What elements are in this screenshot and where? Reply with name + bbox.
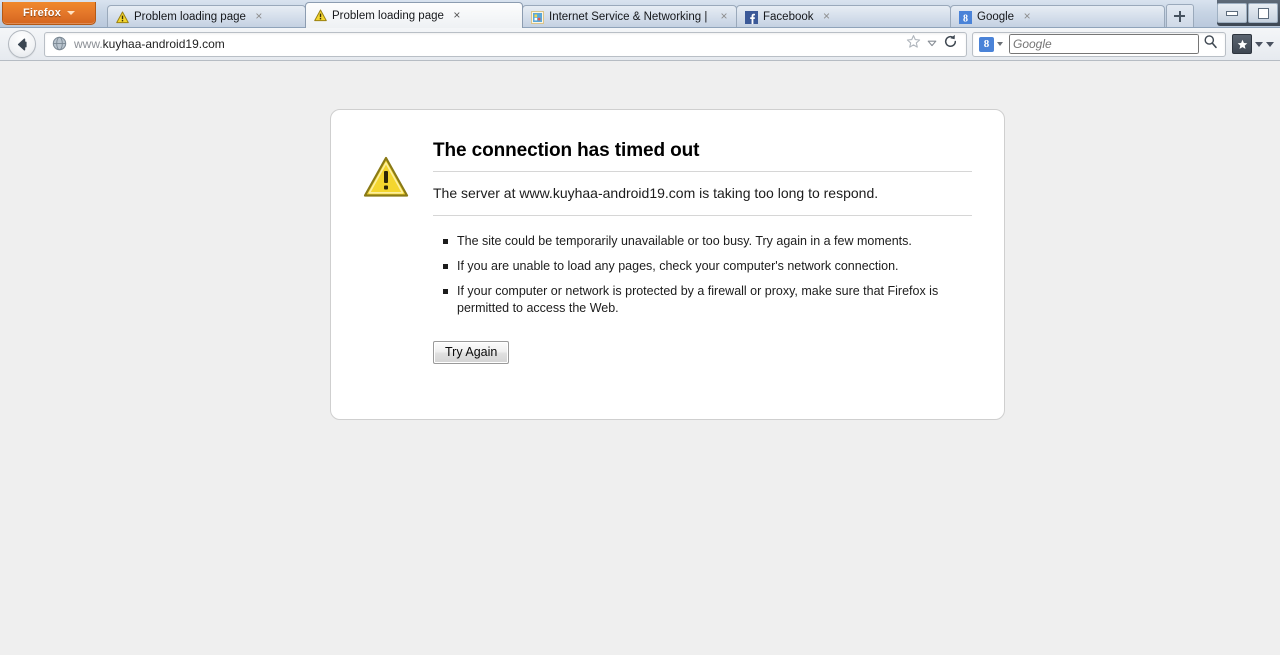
tab-list: Problem loading page × Problem loading p… bbox=[107, 0, 1194, 28]
error-body: The connection has timed out The server … bbox=[433, 140, 972, 419]
browser-window: Firefox Problem loading page × Problem l… bbox=[0, 0, 1280, 655]
list-item: The site could be temporarily unavailabl… bbox=[443, 233, 957, 250]
restore-button[interactable] bbox=[1248, 3, 1278, 23]
tab-title: Problem loading page bbox=[332, 9, 444, 22]
url-domain: kuyhaa-android19.com bbox=[102, 37, 225, 51]
window-controls bbox=[1217, 0, 1280, 26]
error-icon-container bbox=[363, 140, 433, 419]
star-icon bbox=[1237, 39, 1247, 49]
tab-internet-service-networking[interactable]: Internet Service & Networking | ... × bbox=[522, 5, 737, 28]
back-arrow-icon bbox=[17, 38, 27, 50]
tab-close-button[interactable]: × bbox=[1021, 10, 1033, 23]
bookmarks-button[interactable] bbox=[1232, 34, 1252, 54]
try-again-button[interactable]: Try Again bbox=[433, 341, 510, 364]
tab-strip: Firefox Problem loading page × Problem l… bbox=[0, 0, 1280, 28]
toolbar-right-buttons bbox=[1226, 34, 1276, 54]
tab-facebook[interactable]: Facebook × bbox=[736, 5, 951, 28]
tab-google[interactable]: 8 Google × bbox=[950, 5, 1165, 28]
tab-close-button[interactable]: × bbox=[451, 9, 463, 22]
star-icon[interactable] bbox=[906, 34, 921, 54]
search-input[interactable] bbox=[1009, 34, 1199, 54]
error-panel: The connection has timed out The server … bbox=[330, 109, 1005, 420]
chevron-down-icon bbox=[67, 11, 76, 15]
divider-top bbox=[433, 171, 972, 172]
tab-close-button[interactable]: × bbox=[718, 10, 730, 23]
tab-problem-loading-page-1[interactable]: Problem loading page × bbox=[107, 5, 306, 28]
magnifier-icon[interactable] bbox=[1203, 34, 1218, 54]
list-item: If your computer or network is protected… bbox=[443, 283, 957, 317]
tab-title: Google bbox=[977, 11, 1015, 23]
tab-title: Problem loading page bbox=[134, 11, 246, 23]
chevron-down-icon[interactable] bbox=[997, 42, 1003, 46]
warning-triangle-icon bbox=[313, 9, 327, 23]
facebook-icon bbox=[744, 10, 758, 24]
search-bar[interactable]: 8 bbox=[972, 31, 1226, 57]
error-description: The server at www.kuyhaa-android19.com i… bbox=[433, 185, 879, 201]
warning-triangle-icon bbox=[363, 156, 409, 202]
chevron-down-icon[interactable] bbox=[1255, 41, 1263, 47]
firefox-menu-button[interactable]: Firefox bbox=[2, 2, 96, 25]
new-tab-button[interactable] bbox=[1166, 4, 1194, 27]
google-engine-icon[interactable]: 8 bbox=[979, 36, 994, 52]
site-icon bbox=[530, 10, 544, 24]
restore-icon bbox=[1257, 7, 1269, 19]
url-prefix: www. bbox=[74, 37, 103, 51]
navigation-toolbar: www.kuyhaa-android19.com 8 bbox=[0, 28, 1280, 61]
minimize-icon bbox=[1226, 10, 1238, 16]
error-suggestion-list: The site could be temporarily unavailabl… bbox=[433, 233, 972, 317]
warning-triangle-icon bbox=[115, 10, 129, 24]
back-button[interactable] bbox=[8, 30, 36, 58]
globe-icon bbox=[52, 36, 68, 52]
google-icon: 8 bbox=[958, 10, 972, 24]
svg-text:8: 8 bbox=[963, 13, 968, 24]
list-item: If you are unable to load any pages, che… bbox=[443, 258, 957, 275]
divider-bottom bbox=[433, 215, 972, 216]
page-content: The connection has timed out The server … bbox=[0, 61, 1280, 655]
url-bar[interactable]: www.kuyhaa-android19.com bbox=[44, 31, 967, 57]
tab-title: Facebook bbox=[763, 11, 814, 23]
tab-problem-loading-page-2[interactable]: Problem loading page × bbox=[305, 2, 523, 28]
minimize-button[interactable] bbox=[1217, 3, 1247, 23]
tab-close-button[interactable]: × bbox=[253, 10, 265, 23]
chevron-down-icon[interactable] bbox=[927, 35, 937, 53]
tab-close-button[interactable]: × bbox=[821, 10, 833, 23]
reload-icon[interactable] bbox=[943, 34, 958, 54]
error-title: The connection has timed out bbox=[433, 140, 700, 161]
url-text: www.kuyhaa-android19.com bbox=[74, 37, 902, 51]
firefox-menu-label: Firefox bbox=[22, 7, 62, 19]
tab-title: Internet Service & Networking | ... bbox=[549, 11, 711, 23]
overflow-chevron-down-icon[interactable] bbox=[1266, 41, 1274, 47]
urlbar-actions bbox=[902, 34, 966, 54]
